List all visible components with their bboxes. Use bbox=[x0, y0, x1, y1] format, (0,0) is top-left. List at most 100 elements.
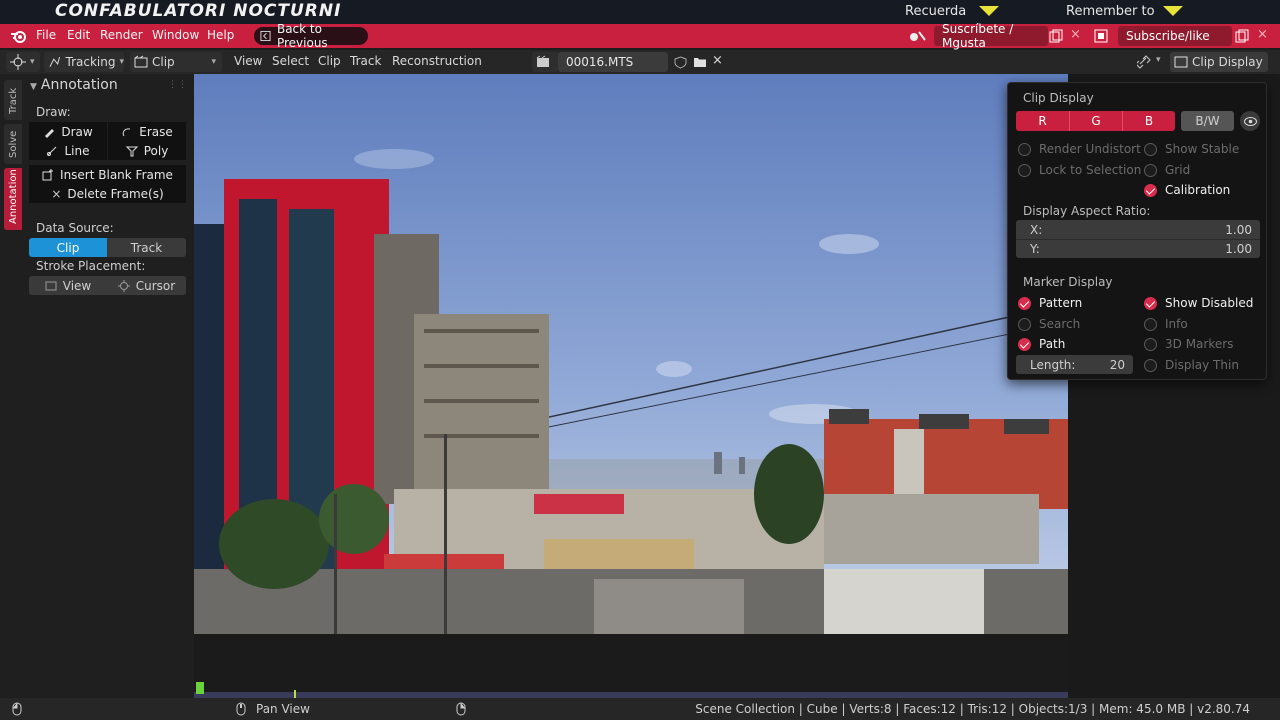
scene-icon[interactable] bbox=[907, 28, 927, 44]
checkbox-indicator bbox=[1144, 358, 1157, 372]
tab-track-label: Track bbox=[8, 87, 19, 114]
aspect-x-field[interactable]: X: 1.00 bbox=[1016, 220, 1260, 239]
display-thin-checkbox[interactable]: Display Thin bbox=[1144, 358, 1239, 372]
status-bar: Pan View Scene Collection | Cube | Verts… bbox=[0, 698, 1280, 720]
erase-button[interactable]: Erase bbox=[108, 122, 186, 141]
copy-icon[interactable] bbox=[1235, 29, 1249, 43]
view-layer-selector[interactable]: Subscribe/like bbox=[1118, 26, 1232, 46]
menu-select[interactable]: Select bbox=[272, 54, 309, 68]
menu-edit[interactable]: Edit bbox=[67, 28, 90, 42]
channel-title: CONFABULATORI NOCTURNI bbox=[55, 1, 342, 21]
search-checkbox[interactable]: Search bbox=[1018, 317, 1080, 331]
mode-dropdown[interactable]: Tracking ▾ bbox=[44, 52, 124, 72]
mouse-left-icon bbox=[12, 702, 22, 716]
top-menu-bar: File Edit Render Window Help Back to Pre… bbox=[0, 22, 1280, 50]
placement-view-toggle[interactable]: View bbox=[29, 276, 107, 295]
add-frame-icon bbox=[42, 168, 54, 180]
menu-reconstruction[interactable]: Reconstruction bbox=[392, 54, 482, 68]
info-checkbox[interactable]: Info bbox=[1144, 317, 1188, 331]
calibration-label: Calibration bbox=[1165, 183, 1231, 197]
back-to-previous-button[interactable]: Back to Previous bbox=[254, 22, 368, 50]
menu-track[interactable]: Track bbox=[350, 54, 381, 68]
view-dropdown[interactable]: Clip ▾ bbox=[130, 52, 222, 72]
annotation-panel-title: Annotation bbox=[40, 77, 118, 93]
bw-toggle[interactable]: B/W bbox=[1181, 111, 1234, 131]
clip-filename-field[interactable]: 00016.MTS bbox=[558, 52, 668, 72]
scene-selector[interactable]: Suscríbete / Mgusta bbox=[934, 22, 1048, 50]
mouse-right-icon bbox=[456, 702, 466, 716]
blender-logo-icon[interactable] bbox=[10, 28, 27, 44]
video-frame-image bbox=[194, 74, 1068, 634]
video-banner: CONFABULATORI NOCTURNI Recuerda Remember… bbox=[0, 0, 1280, 24]
menu-view[interactable]: View bbox=[234, 54, 262, 68]
line-tool-icon bbox=[47, 146, 57, 156]
pencil-icon bbox=[45, 128, 55, 138]
channel-b-toggle[interactable]: B bbox=[1122, 111, 1175, 131]
pattern-checkbox[interactable]: Pattern bbox=[1018, 296, 1082, 310]
clip-icon bbox=[134, 55, 148, 68]
placement-view-label: View bbox=[62, 278, 92, 293]
placement-cursor-toggle[interactable]: Cursor bbox=[107, 276, 186, 295]
reminder-right: Remember to bbox=[1066, 4, 1155, 19]
view-layer-icon[interactable] bbox=[1094, 29, 1108, 43]
menu-file[interactable]: File bbox=[36, 28, 56, 42]
chevron-down-icon bbox=[1163, 6, 1183, 16]
source-clip-toggle[interactable]: Clip bbox=[29, 238, 107, 257]
drag-handle-icon[interactable]: ⋮⋮ bbox=[168, 80, 188, 90]
aspect-ratio-label: Display Aspect Ratio: bbox=[1023, 204, 1151, 218]
tab-annotation[interactable]: Annotation bbox=[4, 168, 22, 230]
view-layer-name: Subscribe/like bbox=[1126, 29, 1210, 43]
insert-blank-frame-button[interactable]: Insert Blank Frame bbox=[29, 165, 186, 184]
clip-display-button[interactable]: Clip Display bbox=[1170, 52, 1268, 72]
close-icon[interactable]: × bbox=[1257, 27, 1268, 42]
channel-r-toggle[interactable]: R bbox=[1016, 111, 1069, 131]
clip-timeline[interactable] bbox=[194, 634, 1068, 698]
fake-user-shield-icon[interactable] bbox=[674, 56, 687, 69]
path-length-field[interactable]: Length: 20 bbox=[1016, 355, 1133, 374]
checkbox-indicator bbox=[1018, 163, 1031, 177]
menu-help[interactable]: Help bbox=[207, 28, 234, 42]
close-icon[interactable]: × bbox=[1070, 27, 1081, 42]
playhead[interactable] bbox=[196, 682, 204, 694]
draw-button[interactable]: Draw bbox=[29, 122, 107, 141]
show-disabled-checkbox[interactable]: Show Disabled bbox=[1144, 296, 1253, 310]
menu-clip[interactable]: Clip bbox=[318, 54, 341, 68]
view-icon bbox=[45, 281, 57, 290]
calibration-checkbox[interactable]: Calibration bbox=[1144, 183, 1230, 197]
3d-markers-checkbox[interactable]: 3D Markers bbox=[1144, 337, 1233, 351]
scene-statistics: Scene Collection | Cube | Verts:8 | Face… bbox=[695, 702, 1250, 716]
tool-tab-strip: Track Solve Annotation bbox=[0, 74, 26, 698]
menu-window[interactable]: Window bbox=[152, 28, 199, 42]
checkbox-indicator bbox=[1144, 296, 1157, 310]
checkbox-indicator bbox=[1018, 296, 1031, 310]
tab-solve[interactable]: Solve bbox=[4, 124, 22, 164]
link-icon[interactable] bbox=[1137, 55, 1153, 69]
movie-clip-icon bbox=[536, 55, 549, 67]
3d-markers-label: 3D Markers bbox=[1165, 337, 1234, 351]
aspect-y-field[interactable]: Y: 1.00 bbox=[1016, 239, 1260, 258]
render-undistort-checkbox[interactable]: Render Undistort bbox=[1018, 142, 1141, 156]
bw-label: B/W bbox=[1195, 114, 1220, 128]
poly-button[interactable]: Poly bbox=[108, 141, 186, 160]
channel-g-toggle[interactable]: G bbox=[1069, 111, 1122, 131]
path-checkbox[interactable]: Path bbox=[1018, 337, 1065, 351]
chevron-down-icon: ▾ bbox=[119, 57, 124, 67]
editor-type-dropdown[interactable]: ▾ bbox=[6, 52, 40, 72]
mouse-middle-icon bbox=[236, 702, 246, 716]
tab-track[interactable]: Track bbox=[4, 80, 22, 120]
folder-icon[interactable] bbox=[693, 56, 707, 68]
delete-frames-label: Delete Frame(s) bbox=[67, 186, 164, 201]
clip-viewport[interactable] bbox=[194, 74, 1068, 634]
clip-browse-button[interactable] bbox=[532, 52, 558, 72]
show-stable-checkbox[interactable]: Show Stable bbox=[1144, 142, 1239, 156]
annotation-panel-header[interactable]: ▼ Annotation bbox=[30, 77, 118, 93]
grid-checkbox[interactable]: Grid bbox=[1144, 163, 1190, 177]
eye-icon[interactable] bbox=[1240, 111, 1260, 131]
lock-to-selection-checkbox[interactable]: Lock to Selection bbox=[1018, 163, 1141, 177]
menu-render[interactable]: Render bbox=[100, 28, 143, 42]
unlink-clip-icon[interactable]: × bbox=[712, 53, 723, 68]
delete-frames-button[interactable]: × Delete Frame(s) bbox=[29, 184, 186, 203]
line-button[interactable]: Line bbox=[29, 141, 107, 160]
source-track-toggle[interactable]: Track bbox=[107, 238, 186, 257]
copy-icon[interactable] bbox=[1049, 29, 1063, 43]
